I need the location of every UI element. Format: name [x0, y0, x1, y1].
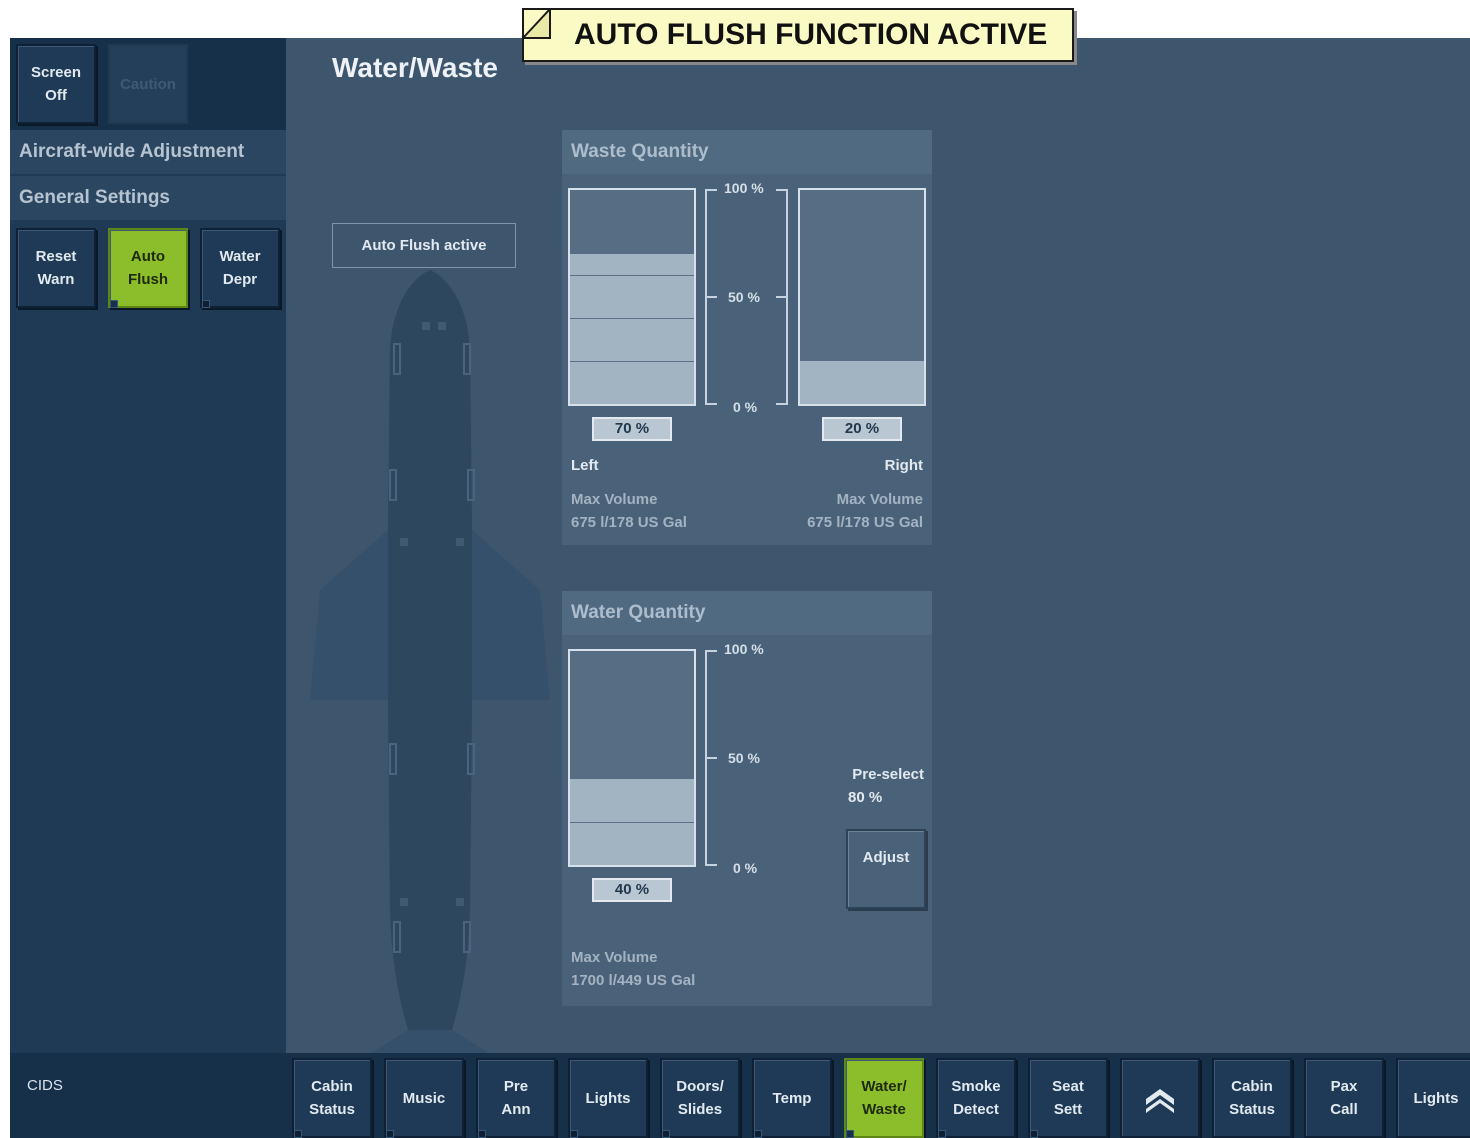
water-max-volume-label: Max Volume: [571, 949, 658, 966]
tab-cabin-status-0[interactable]: Cabin Status: [292, 1058, 372, 1138]
water-tank: [568, 649, 696, 867]
corner-indicator-icon: [478, 1130, 486, 1138]
cids-screen: Screen Off Caution Aircraft-wide Adjustm…: [10, 38, 1470, 1138]
tab-label: Cabin Status: [1229, 1078, 1275, 1118]
sidebar: Screen Off Caution Aircraft-wide Adjustm…: [10, 38, 286, 1053]
auto-flush-status-box: Auto Flush active: [332, 223, 516, 268]
corner-indicator-icon: [202, 300, 210, 308]
folded-corner-icon: [522, 8, 551, 39]
tab-smoke-detect-7[interactable]: Smoke Detect: [936, 1058, 1016, 1138]
auto-flush-label: Auto Flush: [128, 248, 168, 288]
waste-quantity-title: Waste Quantity: [562, 130, 932, 174]
page-title: Water/Waste: [332, 52, 498, 83]
tab-temp-5[interactable]: Temp: [752, 1058, 832, 1138]
corner-indicator-icon: [938, 1130, 946, 1138]
corner-indicator-icon: [386, 1130, 394, 1138]
waste-scale-0: 0 %: [733, 399, 758, 415]
tab-label: Smoke Detect: [951, 1078, 1001, 1118]
waste-scale-50: 50 %: [728, 289, 760, 305]
aircraft-wide-adjustment-heading[interactable]: Aircraft-wide Adjustment: [10, 130, 286, 174]
tab-water-waste-6[interactable]: Water/ Waste: [844, 1058, 924, 1138]
waste-left-max-volume-value: 675 l/178 US Gal: [571, 514, 687, 531]
tab-cabin-status-10[interactable]: Cabin Status: [1212, 1058, 1292, 1138]
tab-music-1[interactable]: Music: [384, 1058, 464, 1138]
water-quantity-panel: Water Quantity 100 % 50 % 0 % 40 % Pre-s…: [562, 591, 932, 1006]
tab-label: Pax Call: [1330, 1078, 1358, 1118]
corner-indicator-icon: [754, 1130, 762, 1138]
waste-left-max-volume-label: Max Volume: [571, 491, 658, 508]
tab-pre-ann-2[interactable]: Pre Ann: [476, 1058, 556, 1138]
aircraft-silhouette-icon: [310, 270, 550, 1060]
waste-right-label: Right: [884, 457, 923, 474]
corner-indicator-icon: [846, 1130, 854, 1138]
tab-label: Seat Sett: [1052, 1078, 1084, 1118]
water-scale-100: 100 %: [724, 641, 764, 657]
tab-label: Cabin Status: [309, 1078, 355, 1118]
adjust-button[interactable]: Adjust: [846, 829, 926, 909]
caution-button: Caution: [108, 44, 188, 124]
water-depr-button[interactable]: Water Depr: [200, 228, 280, 308]
double-chevron-up-icon: [1146, 1089, 1174, 1113]
reset-warn-button[interactable]: Reset Warn: [16, 228, 96, 308]
water-percent: 40 %: [592, 878, 672, 902]
general-settings-heading[interactable]: General Settings: [10, 176, 286, 220]
water-max-volume-value: 1700 l/449 US Gal: [571, 972, 696, 989]
tab-label: Doors/ Slides: [676, 1078, 724, 1118]
preselect-label: Pre-select: [852, 766, 924, 783]
tab-label: Water/ Waste: [861, 1078, 907, 1118]
corner-indicator-icon: [110, 300, 118, 308]
waste-left-tank: [568, 188, 696, 406]
waste-right-percent: 20 %: [822, 417, 902, 441]
tab-page-up[interactable]: [1120, 1058, 1200, 1138]
cids-label: CIDS: [27, 1077, 63, 1094]
water-depr-label: Water Depr: [219, 248, 261, 288]
corner-indicator-icon: [1030, 1130, 1038, 1138]
tab-lights-3[interactable]: Lights: [568, 1058, 648, 1138]
tab-label: Lights: [585, 1089, 631, 1107]
tab-lights-12[interactable]: Lights: [1396, 1058, 1470, 1138]
corner-indicator-icon: [294, 1130, 302, 1138]
corner-indicator-icon: [662, 1130, 670, 1138]
water-scale-50: 50 %: [728, 750, 760, 766]
waste-left-label: Left: [571, 457, 599, 474]
corner-indicator-icon: [570, 1130, 578, 1138]
tab-doors-slides-4[interactable]: Doors/ Slides: [660, 1058, 740, 1138]
waste-right-max-volume-value: 675 l/178 US Gal: [807, 514, 923, 531]
tab-label: Music: [402, 1089, 446, 1107]
waste-right-fill: [800, 361, 924, 404]
waste-right-tank: [798, 188, 926, 406]
screen-off-button[interactable]: Screen Off: [16, 44, 96, 124]
tab-label: Pre Ann: [501, 1078, 531, 1118]
reset-warn-label: Reset Warn: [35, 248, 77, 288]
waste-quantity-panel: Waste Quantity 100 % 50 % 0 % 70 % 20 % …: [562, 130, 932, 545]
auto-flush-button[interactable]: Auto Flush: [108, 228, 188, 308]
waste-scale-100: 100 %: [724, 180, 764, 196]
auto-flush-banner: AUTO FLUSH FUNCTION ACTIVE: [522, 8, 1074, 62]
tab-seat-sett-8[interactable]: Seat Sett: [1028, 1058, 1108, 1138]
tab-pax-call-11[interactable]: Pax Call: [1304, 1058, 1384, 1138]
water-quantity-title: Water Quantity: [562, 591, 932, 635]
tab-label: Temp: [772, 1089, 812, 1107]
waste-right-max-volume-label: Max Volume: [836, 491, 923, 508]
waste-left-fill: [570, 254, 694, 404]
waste-left-percent: 70 %: [592, 417, 672, 441]
tab-label: Lights: [1413, 1089, 1459, 1107]
water-scale-0: 0 %: [733, 860, 758, 876]
preselect-value: 80 %: [848, 789, 883, 806]
